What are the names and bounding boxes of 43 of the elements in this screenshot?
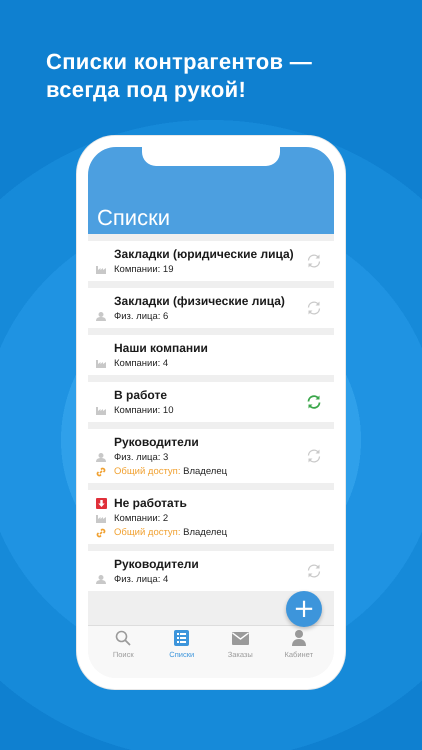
list-title[interactable]: Руководители (114, 557, 199, 571)
search-icon (115, 630, 132, 646)
list-row[interactable]: Руководители Физ. лица: 3 Общий доступ: Владелец (88, 429, 334, 483)
headline: Списки контрагентов — всегда под рукой! (46, 48, 314, 104)
building-icon (96, 406, 106, 414)
envelope-icon (232, 632, 249, 644)
list-title[interactable]: Наши компании (114, 341, 208, 355)
count-label: Компании: 4 (114, 358, 168, 369)
count-label: Компании: 10 (114, 405, 174, 416)
list-title[interactable]: Закладки (юридические лица) (114, 247, 294, 261)
list-row[interactable]: В работе Компании: 10 (88, 382, 334, 422)
list-title[interactable]: Не работать (114, 496, 187, 510)
count-label: Физ. лица: 3 (114, 452, 168, 463)
person-icon (96, 453, 106, 462)
list-row[interactable]: Закладки (физические лица) Физ. лица: 6 (88, 288, 334, 328)
person-icon (96, 312, 106, 321)
list-row[interactable]: Наши компании Компании: 4 (88, 335, 334, 375)
count-label: Компании: 2 (114, 513, 168, 524)
person-icon (292, 630, 306, 646)
person-icon (96, 575, 106, 584)
building-icon (96, 360, 106, 368)
list-title[interactable]: В работе (114, 388, 167, 402)
building-icon (96, 266, 106, 274)
sharing-label: Общий доступ: Владелец (114, 466, 228, 477)
count-label: Компании: 19 (114, 264, 174, 275)
refresh-icon[interactable] (306, 563, 322, 579)
list-row[interactable]: Руководители Физ. лица: 4 (88, 551, 334, 591)
building-icon (96, 514, 106, 522)
list-row[interactable]: Закладки (юридические лица) Компании: 19 (88, 241, 334, 281)
refresh-icon[interactable] (306, 300, 322, 316)
count-label: Физ. лица: 4 (114, 574, 168, 585)
refresh-icon[interactable] (306, 448, 322, 464)
list-icon (174, 630, 190, 646)
count-label: Физ. лица: 6 (114, 311, 168, 322)
screen-title: Списки (97, 205, 170, 231)
list-title[interactable]: Руководители (114, 435, 199, 449)
sharing-label: Общий доступ: Владелец (114, 527, 228, 538)
refresh-icon[interactable] (306, 253, 322, 269)
link-icon (96, 466, 106, 476)
list-title[interactable]: Закладки (физические лица) (114, 294, 285, 308)
refresh-icon[interactable] (306, 394, 322, 410)
link-icon (96, 528, 106, 538)
list-row[interactable]: Не работать Компании: 2 Общий доступ: Владелец (88, 490, 334, 544)
